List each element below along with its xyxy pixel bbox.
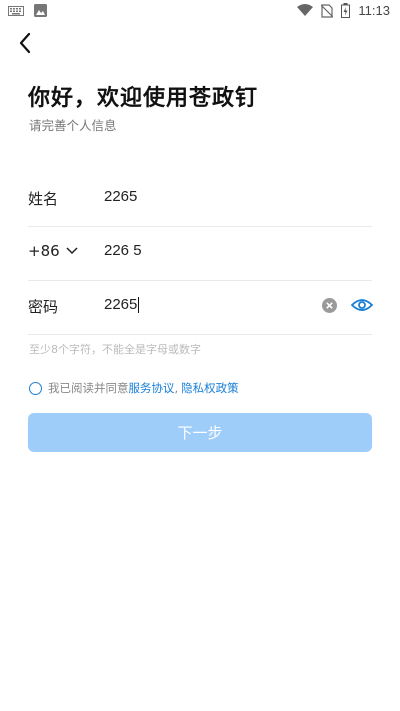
next-button[interactable]: 下一步 xyxy=(28,413,372,452)
battery-charging-icon xyxy=(341,3,351,18)
name-label: 姓名 xyxy=(28,190,59,208)
name-row: 姓名 2265 xyxy=(28,172,372,227)
agreement-prefix: 我已阅读并同意 xyxy=(48,381,129,395)
service-agreement-link[interactable]: 服务协议 xyxy=(129,380,175,396)
status-time: 11:13 xyxy=(358,3,390,18)
country-code-selector[interactable]: +86 xyxy=(28,242,78,260)
wifi-icon xyxy=(297,4,314,16)
privacy-policy-link[interactable]: 隐私权政策 xyxy=(181,380,239,396)
page-subtitle: 请完善个人信息 xyxy=(29,118,117,133)
no-sim-icon xyxy=(321,3,334,18)
password-text: 2265 xyxy=(104,296,138,313)
back-arrow-icon xyxy=(19,32,31,54)
agreement-separator: , xyxy=(174,381,179,395)
eye-icon[interactable] xyxy=(351,297,373,313)
phone-row: +86 226 5 xyxy=(28,226,372,281)
status-bar: 11:13 xyxy=(0,0,400,24)
text-cursor xyxy=(138,297,140,314)
back-button[interactable] xyxy=(14,30,38,56)
phone-input[interactable]: 226 5 xyxy=(104,242,142,259)
country-code-label: +86 xyxy=(28,242,60,260)
password-hint: 至少8个字符，不能全是字母或数字 xyxy=(29,343,201,356)
clear-icon[interactable] xyxy=(322,298,337,313)
password-input[interactable]: 2265 xyxy=(104,296,140,314)
agreement-row: 我已阅读并同意 服务协议 , 隐私权政策 xyxy=(29,380,239,396)
page-title: 你好，欢迎使用苍政钉 xyxy=(28,86,259,111)
image-icon xyxy=(34,4,47,17)
password-label: 密码 xyxy=(28,298,59,316)
agreement-checkbox[interactable] xyxy=(29,381,42,395)
keyboard-icon xyxy=(8,5,24,16)
chevron-down-icon xyxy=(66,247,78,255)
next-button-label: 下一步 xyxy=(177,424,223,442)
name-input[interactable]: 2265 xyxy=(104,188,137,205)
password-row: 密码 2265 xyxy=(28,280,373,335)
